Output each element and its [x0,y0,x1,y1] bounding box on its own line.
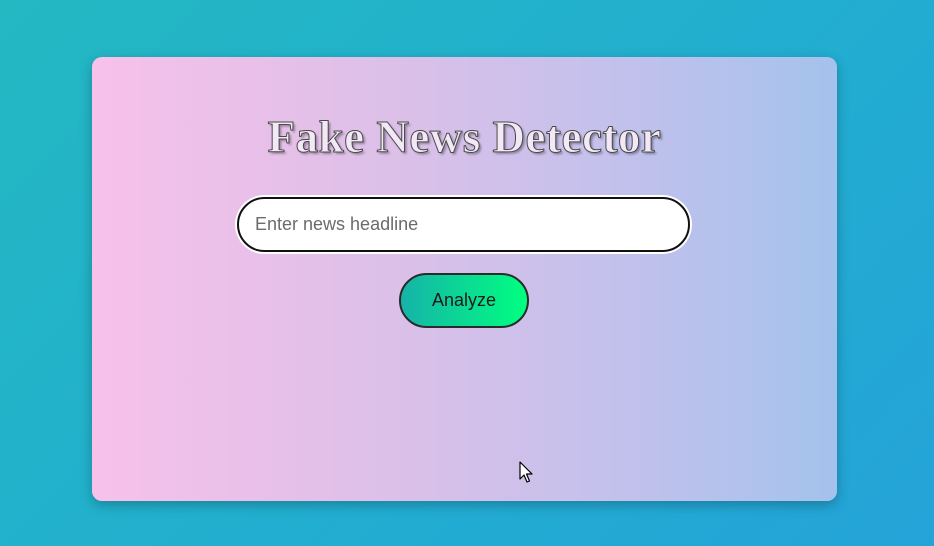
page-title: Fake News Detector [267,112,662,163]
mouse-pointer-icon [519,461,533,483]
detector-card: Fake News Detector Analyze [92,57,837,501]
analyze-button[interactable]: Analyze [399,273,529,328]
headline-input[interactable] [237,197,690,252]
